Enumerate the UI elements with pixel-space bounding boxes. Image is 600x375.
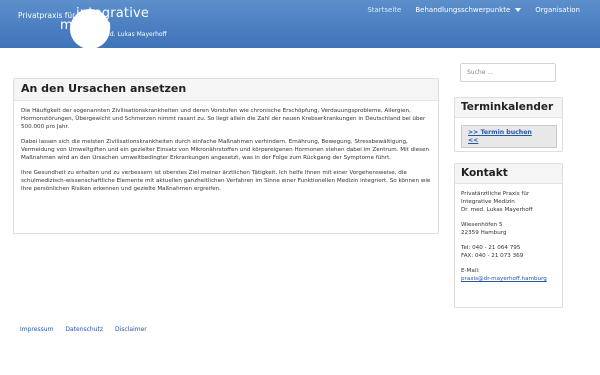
content-paragraph: Dabei lassen sich die meisten Zivilisati… (21, 139, 430, 161)
nav-label: Startseite (367, 6, 402, 14)
nav-item-organisation[interactable]: Organisation (535, 6, 580, 14)
main-content-body: Die Häufigkeit der sogenannten Zivilisat… (14, 101, 438, 206)
kontakt-email-block: E-Mail: praxis@dr-mayerhoff.hamburg (461, 267, 556, 283)
kontakt-email-label: E-Mail: (461, 268, 480, 274)
termin-buchen-button[interactable]: >> Termin buchen << (461, 125, 557, 148)
kontakt-phone: Tel: 040 - 21 064 795 (461, 245, 521, 251)
page-title: An den Ursachen ansetzen (14, 79, 438, 101)
site-header: Privatpraxis für integrative medizin Dr.… (0, 0, 600, 49)
kontakt-line: Dr. med. Lukas Mayerhoff (461, 207, 533, 213)
kontakt-line: Privatärztliche Praxis für (461, 191, 530, 197)
termin-button-line1: >> Termin buchen (468, 129, 532, 136)
content-paragraph: Die Häufigkeit der sogenannten Zivilisat… (21, 108, 426, 130)
search-input[interactable] (460, 63, 556, 82)
footer-link-datenschutz[interactable]: Datenschutz (65, 326, 103, 333)
main-nav: Startseite Behandlungsschwerpunkte Organ… (367, 6, 580, 14)
caret-down-icon (515, 8, 522, 12)
kontakt-body: Privatärztliche Praxis für Integrative M… (455, 184, 562, 289)
nav-item-startseite[interactable]: Startseite (367, 6, 401, 14)
kontakt-line: Wiesenhöfen 5 (461, 222, 503, 228)
main-content-card: An den Ursachen ansetzen Die Häufigkeit … (13, 78, 439, 234)
site-footer: Impressum Datenschutz Disclaimer (20, 326, 147, 333)
site-logo[interactable]: Privatpraxis für integrative medizin Dr.… (16, 2, 176, 49)
kontakt-email-link[interactable]: praxis@dr-mayerhoff.hamburg (461, 276, 547, 282)
termin-button-line2: << (468, 137, 479, 144)
nav-item-behandlungsschwerpunkte[interactable]: Behandlungsschwerpunkte (415, 6, 522, 14)
kontakt-address-block: Wiesenhöfen 5 22359 Hamburg (461, 221, 556, 237)
kontakt-line: Integrative Medizin (461, 199, 515, 205)
terminkalender-title: Terminkalender (455, 98, 562, 118)
kontakt-title: Kontakt (455, 164, 562, 184)
logo-line3: Dr. med. Lukas Mayerhoff (90, 31, 167, 38)
kontakt-line: 22359 Hamburg (461, 230, 507, 236)
kontakt-card: Kontakt Privatärztliche Praxis für Integ… (454, 163, 563, 308)
kontakt-phone-block: Tel: 040 - 21 064 795 FAX: 040 - 21 073 … (461, 244, 556, 260)
terminkalender-card: Terminkalender >> Termin buchen << (454, 97, 563, 152)
content-paragraph: Ihre Gesundheit zu erhalten und zu verbe… (21, 170, 431, 192)
kontakt-name-block: Privatärztliche Praxis für Integrative M… (461, 190, 556, 214)
footer-link-impressum[interactable]: Impressum (20, 326, 53, 333)
nav-label: Behandlungsschwerpunkte (415, 6, 511, 14)
footer-link-disclaimer[interactable]: Disclaimer (115, 326, 147, 333)
kontakt-fax: FAX: 040 - 21 073 369 (461, 253, 524, 259)
nav-label: Organisation (535, 6, 580, 14)
